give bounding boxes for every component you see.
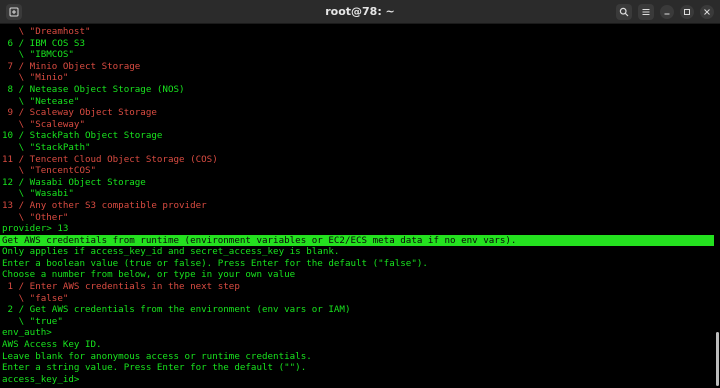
terminal-line: \ "Other": [2, 211, 69, 223]
terminal-line: \ "Wasabi": [2, 188, 74, 200]
terminal-line: Enter a string value. Press Enter for th…: [2, 362, 307, 374]
terminal-line: Enter a boolean value (true or false). P…: [2, 257, 428, 269]
terminal-line: AWS Access Key ID.: [2, 339, 102, 351]
terminal-line: 7 / Minio Object Storage: [2, 60, 141, 72]
terminal-line: 10 / StackPath Object Storage: [2, 130, 163, 142]
scrollbar[interactable]: [714, 26, 719, 386]
terminal-line: 1 / Enter AWS credentials in the next st…: [2, 281, 240, 293]
search-icon[interactable]: [616, 3, 632, 20]
terminal-line: Only applies if access_key_id and secret…: [2, 246, 340, 258]
terminal-line: 6 / IBM COS S3: [2, 37, 85, 49]
terminal-line: \ "Minio": [2, 72, 69, 84]
terminal-line: 13 / Any other S3 compatible provider: [2, 199, 207, 211]
terminal-line: \ "false": [2, 292, 69, 304]
terminal-line: \ "TencentCOS": [2, 165, 97, 177]
terminal-line: 11 / Tencent Cloud Object Storage (COS): [2, 153, 218, 165]
terminal-line: Choose a number from below, or type in y…: [2, 269, 296, 281]
window-title: root@78: ~: [325, 5, 395, 18]
terminal-output[interactable]: \ "Dreamhost" 6 / IBM COS S3 \ "IBMCOS" …: [0, 24, 720, 388]
title-bar: root@78: ~: [0, 0, 720, 24]
terminal-window: root@78: ~ \ "Dreamhost" 6 / IBM COS S3 …: [0, 0, 720, 388]
terminal-line: 12 / Wasabi Object Storage: [2, 176, 146, 188]
terminal-line: env_auth>: [2, 327, 52, 339]
hamburger-menu-icon[interactable]: [638, 3, 654, 20]
terminal-line: provider> 13: [2, 223, 69, 235]
terminal-line: \ "Netease": [2, 95, 80, 107]
terminal-line: 8 / Netease Object Storage (NOS): [2, 83, 185, 95]
scrollbar-thumb[interactable]: [716, 332, 719, 386]
terminal-line: Leave blank for anonymous access or runt…: [2, 350, 312, 362]
close-icon[interactable]: [700, 4, 714, 19]
terminal-line: \ "true": [2, 315, 63, 327]
terminal-line: access_key_id>: [2, 373, 80, 385]
terminal-line: \ "IBMCOS": [2, 49, 74, 61]
terminal-line: 9 / Scaleway Object Storage: [2, 107, 157, 119]
minimize-icon[interactable]: [660, 4, 674, 19]
maximize-icon[interactable]: [680, 4, 694, 19]
terminal-line: \ "Scaleway": [2, 118, 85, 130]
terminal-line: \ "StackPath": [2, 141, 91, 153]
terminal-line: 2 / Get AWS credentials from the environ…: [2, 304, 351, 316]
new-tab-icon[interactable]: [6, 3, 22, 20]
terminal-line-highlighted: Get AWS credentials from runtime (enviro…: [0, 234, 714, 247]
terminal-line: \ "Dreamhost": [2, 26, 91, 37]
